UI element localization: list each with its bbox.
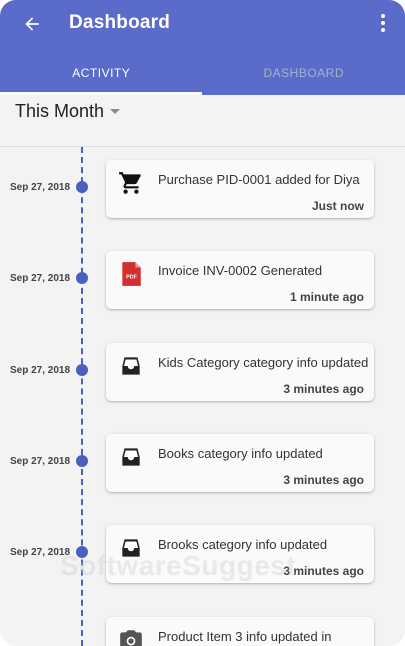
timeline-dot	[76, 272, 88, 284]
timeline-dot	[76, 181, 88, 193]
activity-card[interactable]: Kids Category category info updated 3 mi…	[106, 343, 374, 401]
timeline-dot	[76, 455, 88, 467]
activity-card[interactable]: PDF Invoice INV-0002 Generated 1 minute …	[106, 251, 374, 309]
activity-card[interactable]: Brooks category info updated 3 minutes a…	[106, 525, 374, 583]
entry-date: Sep 27, 2018	[10, 365, 71, 376]
period-filter-dropdown[interactable]: This Month	[15, 98, 121, 124]
activity-text: Purchase PID-0001 added for Diya	[158, 172, 360, 187]
more-options-button[interactable]	[373, 8, 393, 38]
inbox-tray-icon	[122, 539, 140, 557]
app-bar: Dashboard ACTIVITY DASHBOARD	[0, 0, 405, 95]
timeline-dot	[76, 546, 88, 558]
activity-text: Brooks category info updated	[158, 537, 328, 552]
timeline-entry: Sep 27, 2018 PDF Invoice INV-0002 Genera…	[0, 251, 405, 311]
tab-activity-label: ACTIVITY	[72, 65, 131, 80]
active-tab-indicator	[0, 92, 202, 95]
timeline-dot	[76, 364, 88, 376]
entry-date: Sep 27, 2018	[10, 456, 71, 467]
activity-time: 1 minute ago	[289, 290, 364, 304]
more-vertical-icon	[381, 14, 385, 18]
caret-down-icon	[110, 108, 121, 114]
period-filter-label: This Month	[15, 100, 105, 121]
divider	[0, 146, 405, 147]
camera-icon	[120, 630, 142, 646]
activity-card[interactable]: Books category info updated 3 minutes ag…	[106, 434, 374, 492]
timeline-entry: Sep 27, 2018 Purchase PID-0001 added for…	[0, 160, 405, 220]
tab-dashboard-label: DASHBOARD	[263, 65, 344, 80]
activity-time: 3 minutes ago	[283, 382, 364, 396]
back-button[interactable]	[14, 6, 50, 42]
timeline-entry: Product Item 3 info updated in	[0, 617, 405, 646]
phone-screen: Dashboard ACTIVITY DASHBOARD This Month …	[0, 0, 405, 646]
activity-time: 3 minutes ago	[283, 473, 364, 487]
activity-card[interactable]: Purchase PID-0001 added for Diya Just no…	[106, 160, 374, 218]
activity-text: Books category info updated	[158, 446, 323, 461]
arrow-left-icon	[25, 17, 39, 31]
page-title: Dashboard	[69, 12, 171, 33]
timeline-entry: Sep 27, 2018 Books category info updated…	[0, 434, 405, 494]
activity-text: Product Item 3 info updated in	[158, 629, 332, 644]
svg-text:PDF: PDF	[126, 274, 138, 280]
inbox-tray-icon	[122, 357, 140, 375]
activity-text: Kids Category category info updated	[158, 355, 369, 370]
activity-card[interactable]: Product Item 3 info updated in	[106, 617, 374, 646]
pdf-file-icon: PDF	[122, 262, 141, 286]
tab-activity[interactable]: ACTIVITY	[0, 50, 203, 95]
entry-date: Sep 27, 2018	[10, 273, 71, 284]
tab-dashboard[interactable]: DASHBOARD	[203, 50, 405, 95]
entry-date: Sep 27, 2018	[10, 182, 71, 193]
shopping-cart-icon	[119, 172, 141, 194]
tab-bar: ACTIVITY DASHBOARD	[0, 50, 405, 95]
timeline-entry: Sep 27, 2018 Kids Category category info…	[0, 343, 405, 403]
entry-date: Sep 27, 2018	[10, 547, 71, 558]
inbox-tray-icon	[122, 448, 140, 466]
activity-text: Invoice INV-0002 Generated	[158, 263, 323, 278]
activity-time: 3 minutes ago	[283, 564, 364, 578]
timeline-entry: Sep 27, 2018 Brooks category info update…	[0, 525, 405, 585]
activity-time: Just now	[311, 199, 364, 213]
